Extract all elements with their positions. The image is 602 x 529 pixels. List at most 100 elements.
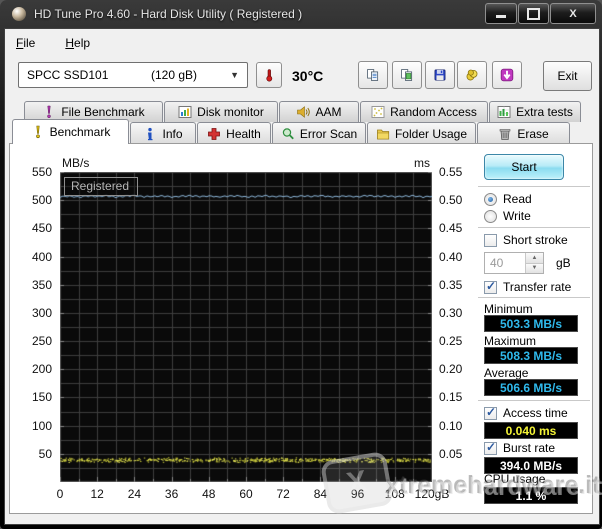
benchmark-chart xyxy=(60,172,432,482)
divider xyxy=(478,186,590,187)
tab-label: Disk monitor xyxy=(197,105,264,119)
app-window: HD Tune Pro 4.60 - Hard Disk Utility ( R… xyxy=(0,0,602,529)
copy-button[interactable] xyxy=(358,61,388,89)
exclamation-icon xyxy=(47,105,52,119)
read-label: Read xyxy=(503,192,532,206)
short-stroke-row[interactable]: Short stroke xyxy=(484,233,568,247)
minimum-label: Minimum xyxy=(484,302,533,316)
menu-help[interactable]: Help xyxy=(59,34,96,52)
tab-benchmark[interactable]: Benchmark xyxy=(12,119,129,144)
save-button[interactable] xyxy=(425,61,455,89)
title-bar[interactable]: HD Tune Pro 4.60 - Hard Disk Utility ( R… xyxy=(0,0,602,28)
maximize-icon xyxy=(527,7,540,20)
app-icon xyxy=(12,7,26,21)
spinner-unit: gB xyxy=(556,256,571,270)
tab-aam[interactable]: AAM xyxy=(279,101,359,122)
speaker-icon xyxy=(297,106,311,118)
exclamation-icon xyxy=(35,125,40,139)
average-value: 506.6 MB/s xyxy=(484,379,578,396)
tab-erase[interactable]: Erase xyxy=(477,122,570,144)
divider xyxy=(478,400,590,401)
access-time-value: 0.040 ms xyxy=(484,422,578,439)
drive-model: SPCC SSD101 xyxy=(27,68,109,82)
temperature-button[interactable] xyxy=(256,62,282,88)
tab-health[interactable]: Health xyxy=(197,122,271,144)
tab-label: Benchmark xyxy=(49,125,111,139)
registered-overlay: Registered xyxy=(64,177,139,196)
tab-label: Extra tests xyxy=(516,105,573,119)
folder-icon xyxy=(377,129,390,139)
tab-disk-monitor[interactable]: Disk monitor xyxy=(164,101,278,122)
tab-label: Erase xyxy=(517,126,549,141)
write-label: Write xyxy=(503,209,531,223)
minimum-value: 503.3 MB/s xyxy=(484,315,578,332)
chart-grid-icon xyxy=(497,106,511,118)
burst-rate-label: Burst rate xyxy=(503,441,556,455)
save-icon xyxy=(434,69,446,81)
bar-monitor-icon xyxy=(178,106,192,118)
transfer-rate-label: Transfer rate xyxy=(503,280,572,294)
info-icon xyxy=(148,127,153,140)
tab-label: Folder Usage xyxy=(394,126,468,141)
start-button[interactable]: Start xyxy=(484,154,564,180)
tab-folder-usage[interactable]: Folder Usage xyxy=(367,122,476,144)
window-title: HD Tune Pro 4.60 - Hard Disk Utility ( R… xyxy=(34,7,303,21)
burst-rate-row[interactable]: Burst rate xyxy=(484,440,556,455)
spinner-down-icon[interactable]: ▼ xyxy=(526,263,543,273)
spinner-value: 40 xyxy=(490,256,504,270)
tab-label: Random Access xyxy=(390,105,477,119)
tab-label: File Benchmark xyxy=(61,105,145,119)
menu-bar: File Help xyxy=(10,34,96,52)
read-radio-row[interactable]: Read xyxy=(484,192,532,206)
minimize-icon xyxy=(496,15,506,18)
dots-icon xyxy=(371,106,385,118)
maximize-button[interactable] xyxy=(518,3,549,24)
download-results-button[interactable] xyxy=(492,61,522,89)
average-label: Average xyxy=(484,366,529,380)
drive-select[interactable]: SPCC SSD101 (120 gB) ▼ xyxy=(18,62,248,88)
tab-random-access[interactable]: Random Access xyxy=(360,101,488,122)
arrow-down-icon xyxy=(500,68,514,82)
transfer-rate-checkbox[interactable] xyxy=(484,279,497,294)
short-stroke-spinner[interactable]: 40 ▲ ▼ xyxy=(484,252,544,274)
options-button[interactable] xyxy=(457,61,487,89)
close-icon: X xyxy=(569,7,577,20)
exit-label: Exit xyxy=(557,69,578,83)
chevron-down-icon: ▼ xyxy=(230,70,239,80)
trash-icon xyxy=(500,128,511,140)
access-time-row[interactable]: Access time xyxy=(484,405,568,420)
access-time-label: Access time xyxy=(503,406,568,420)
cpu-usage-label: CPU usage xyxy=(484,472,546,486)
tab-label: Info xyxy=(162,126,183,141)
thermometer-icon xyxy=(266,69,273,82)
tab-info[interactable]: Info xyxy=(130,122,196,144)
read-radio[interactable] xyxy=(484,192,497,206)
maximum-value: 508.3 MB/s xyxy=(484,347,578,364)
drive-capacity: (120 gB) xyxy=(151,68,198,82)
y-axis-left-unit: MB/s xyxy=(62,156,90,170)
write-radio-row[interactable]: Write xyxy=(484,209,531,223)
close-button[interactable]: X xyxy=(550,3,596,24)
tab-extra-tests[interactable]: Extra tests xyxy=(489,101,581,122)
spinner-up-icon[interactable]: ▲ xyxy=(526,253,543,264)
burst-rate-checkbox[interactable] xyxy=(484,440,497,455)
short-stroke-label: Short stroke xyxy=(503,233,568,247)
minimize-button[interactable] xyxy=(485,3,517,24)
tab-error-scan[interactable]: Error Scan xyxy=(272,122,366,144)
health-cross-icon xyxy=(208,127,221,140)
copy-image-icon xyxy=(401,69,413,81)
access-time-checkbox[interactable] xyxy=(484,405,497,420)
write-radio[interactable] xyxy=(484,209,497,223)
copy-icon xyxy=(367,69,379,81)
short-stroke-checkbox[interactable] xyxy=(484,233,497,247)
divider xyxy=(478,227,590,228)
y-axis-right-unit: ms xyxy=(414,156,430,170)
magnifier-icon xyxy=(282,127,294,139)
temperature-value: 30°C xyxy=(292,68,324,84)
menu-file[interactable]: File xyxy=(10,34,41,52)
coins-icon xyxy=(466,69,478,81)
copy-image-button[interactable] xyxy=(392,61,422,89)
tab-label: Error Scan xyxy=(299,126,358,141)
exit-button[interactable]: Exit xyxy=(543,61,592,91)
transfer-rate-row[interactable]: Transfer rate xyxy=(484,279,572,294)
